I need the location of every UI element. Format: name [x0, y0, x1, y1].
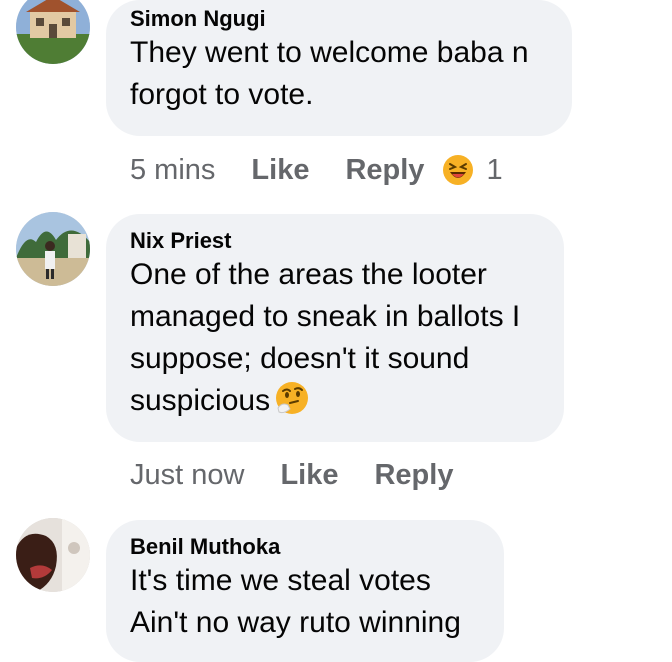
- reaction-count[interactable]: 1: [486, 152, 502, 188]
- reply-button[interactable]: Reply: [345, 152, 424, 188]
- comment-text-line: Ain't no way ruto winning: [130, 606, 461, 639]
- comment-text-line: It's time we steal votes: [130, 564, 431, 597]
- thinking-face-emoji-icon: [274, 380, 310, 416]
- comment-author[interactable]: Simon Ngugi: [130, 6, 548, 32]
- comment-bubble: Benil Muthoka It's time we steal votes A…: [106, 520, 504, 662]
- comment-text-line: managed to sneak in ballots I: [130, 300, 521, 333]
- comment-actions: Just now Like Reply: [130, 457, 489, 493]
- comment-bubble: Nix Priest One of the areas the looter m…: [106, 214, 564, 442]
- comment-timestamp[interactable]: Just now: [130, 457, 244, 493]
- avatar-simon-ngugi[interactable]: [16, 0, 90, 64]
- laughing-emoji-icon[interactable]: [442, 154, 474, 186]
- comment-actions: 5 mins Like Reply 1: [130, 152, 503, 188]
- comment-text-line: They went to welcome baba n: [130, 36, 529, 69]
- comment-timestamp[interactable]: 5 mins: [130, 152, 215, 188]
- house-photo-icon: [16, 0, 90, 64]
- comment-text-line: One of the areas the looter: [130, 258, 487, 291]
- comment-text-line-last: suspicious: [130, 380, 540, 422]
- avatar-nix-priest[interactable]: [16, 212, 90, 286]
- comment-text-line: suppose; doesn't it sound: [130, 342, 470, 375]
- like-button[interactable]: Like: [251, 152, 309, 188]
- comment-author[interactable]: Nix Priest: [130, 228, 540, 254]
- person-selfie-photo-icon: [16, 518, 90, 592]
- comments-thread: Simon Ngugi They went to welcome baba n …: [0, 0, 672, 662]
- person-outdoor-photo-icon: [16, 212, 90, 286]
- comment-text-fragment: suspicious: [130, 384, 271, 417]
- like-button[interactable]: Like: [280, 457, 338, 493]
- avatar-benil-muthoka[interactable]: [16, 518, 90, 592]
- reply-button[interactable]: Reply: [374, 457, 453, 493]
- comment-author[interactable]: Benil Muthoka: [130, 534, 480, 560]
- comment-bubble: Simon Ngugi They went to welcome baba n …: [106, 0, 572, 136]
- comment-text-line: forgot to vote.: [130, 78, 314, 111]
